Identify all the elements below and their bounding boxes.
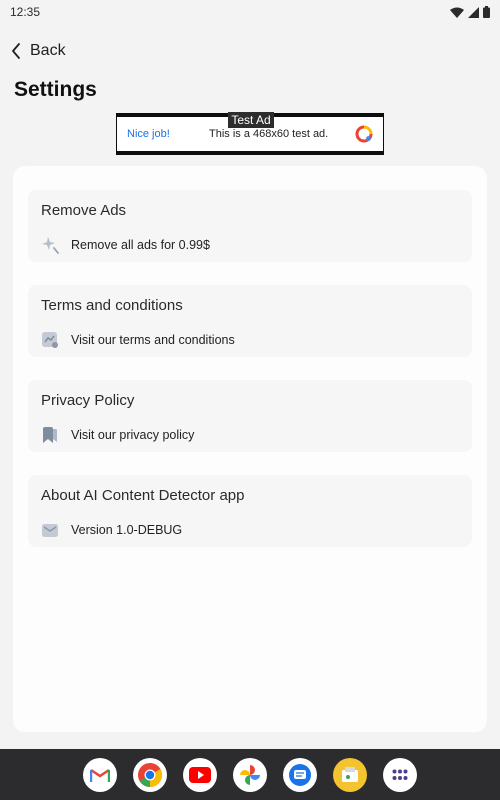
youtube-icon[interactable] [183,757,217,792]
section-row: Visit our privacy policy [41,426,194,444]
section-row: Version 1.0-DEBUG [41,521,182,539]
section-title: Remove Ads [41,202,127,219]
chevron-left-icon [12,43,20,59]
status-bar: 12:35 [0,0,500,24]
section-title: About AI Content Detector app [41,487,245,504]
section-row: Visit our terms and conditions [41,331,235,349]
settings-card: Remove Ads Remove all ads for 0.99$ Term… [13,166,487,732]
bookmark-icon [43,427,57,443]
app-drawer-icon[interactable] [383,757,417,792]
ad-content[interactable]: Test Ad Nice job! This is a 468x60 test … [117,112,383,151]
photos-icon[interactable] [233,757,267,792]
ad-text: This is a 468x60 test ad. [209,128,329,140]
ad-tag: Test Ad [228,112,274,128]
battery-icon [483,6,490,18]
status-icons [450,6,490,18]
section-text: Remove all ads for 0.99$ [71,238,210,252]
ad-headline[interactable]: Nice job! [127,128,209,140]
chrome-icon[interactable] [133,757,167,792]
section-text: Visit our privacy policy [71,428,195,442]
section-text: Visit our terms and conditions [71,333,235,347]
section-title: Terms and conditions [41,297,183,314]
files-icon[interactable] [333,757,367,792]
wifi-icon [450,7,464,18]
messages-icon[interactable] [283,757,317,792]
sparkle-icon [42,237,59,254]
gmail-icon[interactable] [83,757,117,792]
about-section[interactable]: About AI Content Detector app Version 1.… [28,475,472,547]
ad-logo-icon [355,125,373,143]
signal-icon [468,6,479,18]
terms-section[interactable]: Terms and conditions Visit our terms and… [28,285,472,357]
remove-ads-section[interactable]: Remove Ads Remove all ads for 0.99$ [28,190,472,262]
mail-icon [42,524,58,537]
section-title: Privacy Policy [41,392,135,409]
section-text: Version 1.0-DEBUG [71,523,183,537]
ad-banner[interactable]: Test Ad Nice job! This is a 468x60 test … [116,112,384,155]
status-time: 12:35 [10,5,41,19]
back-button[interactable]: Back [10,38,66,64]
page-title: Settings [14,78,97,101]
app-dock [0,749,500,800]
document-chart-icon [42,332,58,348]
privacy-section[interactable]: Privacy Policy Visit our privacy policy [28,380,472,452]
back-label: Back [30,42,66,59]
section-row: Remove all ads for 0.99$ [41,236,210,254]
